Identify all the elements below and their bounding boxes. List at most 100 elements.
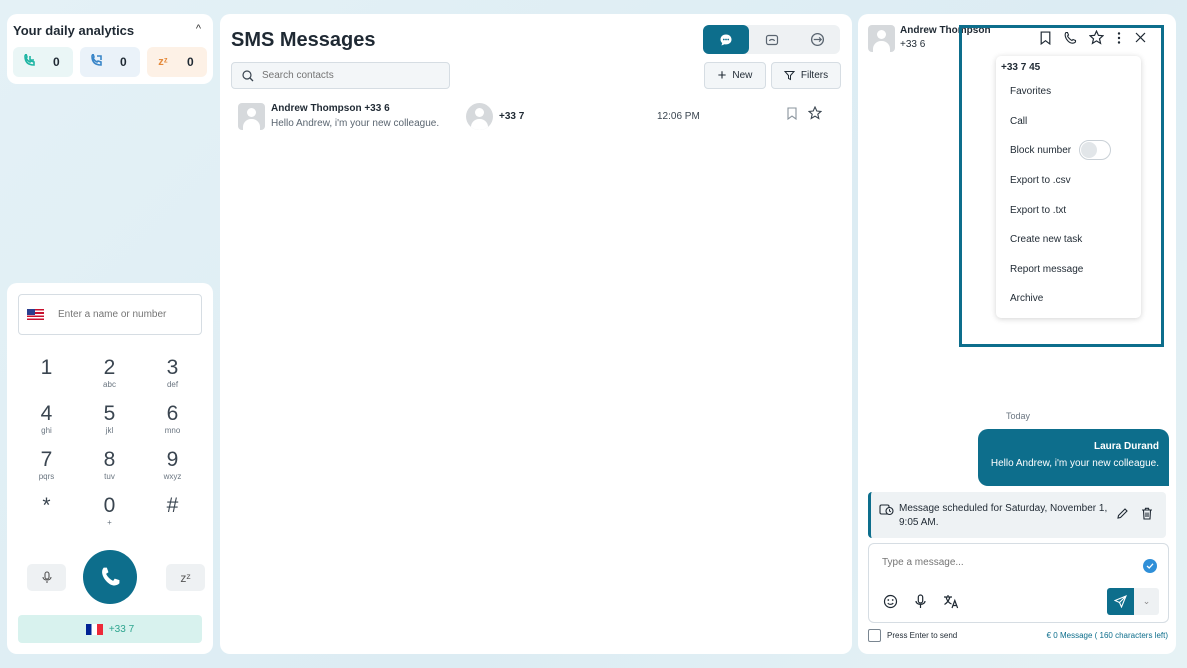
keypad-key[interactable]: 0 + (78, 494, 141, 534)
trash-icon[interactable] (1141, 507, 1153, 525)
bookmark-icon[interactable] (1040, 30, 1051, 50)
send-button[interactable] (1107, 588, 1134, 615)
phone-icon (102, 567, 120, 586)
tab-messenger[interactable] (794, 25, 840, 54)
menu-item-call[interactable]: Call (1010, 116, 1027, 127)
tab-sms[interactable] (703, 25, 749, 54)
contact-avatar (868, 25, 895, 52)
snoozed-count: 0 (187, 55, 194, 69)
menu-item-archive[interactable]: Archive (1010, 293, 1043, 304)
more-vertical-icon[interactable] (1116, 31, 1122, 50)
new-message-label: New (732, 70, 753, 81)
keypad-key[interactable]: 6 mno (141, 402, 204, 442)
translate-icon[interactable] (943, 594, 959, 614)
close-icon[interactable] (1134, 31, 1147, 49)
menu-item-block-number[interactable]: Block number (1010, 140, 1112, 160)
key-letters: tuv (104, 472, 115, 481)
keypad-key[interactable]: 4 ghi (15, 402, 78, 442)
keypad-key[interactable]: 2 abc (78, 356, 141, 396)
star-icon[interactable] (1088, 29, 1105, 50)
key-letters: + (107, 518, 112, 527)
keypad-key[interactable]: * (15, 494, 78, 534)
emoji-icon[interactable] (883, 594, 898, 614)
conversation-options-menu: +33 7 45 Favorites Call Block number Exp… (996, 56, 1141, 318)
dial-number-field[interactable] (18, 294, 202, 335)
filter-icon (783, 71, 795, 81)
key-digit: # (166, 494, 179, 517)
conversation-number: +33 7 (499, 111, 525, 122)
key-digit: * (42, 494, 51, 517)
menu-item-export-txt[interactable]: Export to .txt (1010, 205, 1066, 216)
conversation-row[interactable]: Andrew Thompson +33 6 Hello Andrew, i'm … (238, 100, 838, 132)
keypad-key[interactable]: 5 jkl (78, 402, 141, 442)
page-title: SMS Messages (231, 29, 376, 51)
message-input[interactable] (882, 557, 1082, 568)
scheduled-message-banner: Message scheduled for Saturday, November… (868, 492, 1166, 538)
filters-button[interactable]: Filters (771, 62, 841, 89)
search-contacts-field[interactable] (231, 62, 450, 89)
key-digit: 8 (103, 448, 116, 471)
keypad-key[interactable]: 7 pqrs (15, 448, 78, 488)
star-icon[interactable] (807, 105, 823, 125)
menu-phone-number: +33 7 45 (1001, 62, 1091, 73)
analytics-title: Your daily analytics (13, 23, 135, 38)
daily-analytics-panel: Your daily analytics ^ 0 0 zᶻ 0 (7, 14, 213, 84)
call-button[interactable] (83, 550, 137, 604)
menu-item-create-task[interactable]: Create new task (1010, 234, 1082, 245)
phone-icon[interactable] (1063, 31, 1077, 50)
bookmark-icon[interactable] (787, 107, 797, 125)
block-number-toggle[interactable] (1079, 140, 1112, 160)
agent-avatar (466, 103, 493, 130)
mic-off-icon (41, 571, 52, 583)
voicemail-button[interactable] (27, 564, 66, 591)
snooze-button[interactable]: zᶻ (166, 564, 205, 591)
dial-number-input[interactable] (58, 309, 198, 320)
new-message-button[interactable]: + New (704, 62, 766, 89)
keypad-key[interactable]: 8 tuv (78, 448, 141, 488)
channel-switcher (703, 25, 840, 54)
press-enter-checkbox[interactable] (868, 629, 881, 642)
dialer-actions: zᶻ (27, 550, 205, 606)
key-letters: abc (103, 380, 116, 389)
key-digit: 6 (166, 402, 179, 425)
scheduled-clock-icon (879, 503, 894, 521)
block-number-label: Block number (1010, 144, 1072, 156)
microphone-icon[interactable] (914, 594, 927, 614)
avatar (238, 103, 265, 130)
tab-whatsapp[interactable] (749, 25, 795, 54)
key-letters: def (166, 380, 179, 389)
menu-item-export-csv[interactable]: Export to .csv (1010, 175, 1071, 186)
edit-icon[interactable] (1116, 507, 1129, 525)
menu-item-favorites[interactable]: Favorites (1010, 86, 1051, 97)
check-circle-icon (1143, 559, 1157, 573)
incoming-calls-card[interactable]: 0 (13, 47, 73, 77)
key-digit: 5 (103, 402, 116, 425)
contact-number: +33 6 (900, 39, 926, 50)
keypad-key[interactable]: 3 def (141, 356, 204, 396)
conversation-time: 12:06 PM (657, 111, 700, 122)
caller-id-selector[interactable]: +33 7 (18, 615, 202, 643)
conversation-toolbar (1040, 29, 1147, 50)
snooze-icon: zᶻ (158, 56, 168, 68)
key-digit: 3 (166, 356, 179, 379)
send-icon (1114, 595, 1127, 608)
search-input[interactable] (262, 70, 432, 81)
conversation-panel: Andrew Thompson +33 6 +33 7 45 Favorites… (858, 14, 1176, 654)
key-letters: jkl (105, 426, 114, 435)
france-flag-icon (85, 623, 103, 635)
press-enter-option[interactable]: Press Enter to send (868, 629, 957, 642)
snoozed-card[interactable]: zᶻ 0 (147, 47, 207, 77)
key-letters: wxyz (163, 472, 182, 481)
composer-tools (883, 594, 959, 614)
outgoing-calls-card[interactable]: 0 (80, 47, 140, 77)
keypad-key[interactable]: # (141, 494, 204, 534)
chevron-up-icon[interactable]: ^ (196, 23, 201, 35)
keypad-key[interactable]: 9 wxyz (141, 448, 204, 488)
menu-item-report-message[interactable]: Report message (1010, 264, 1083, 275)
key-digit: 4 (40, 402, 53, 425)
key-digit: 2 (103, 356, 116, 379)
keypad-key[interactable]: 1 (15, 356, 78, 396)
send-options-button[interactable]: ⌄ (1134, 588, 1159, 615)
us-flag-icon[interactable] (27, 309, 44, 320)
key-letters: ghi (41, 426, 52, 435)
